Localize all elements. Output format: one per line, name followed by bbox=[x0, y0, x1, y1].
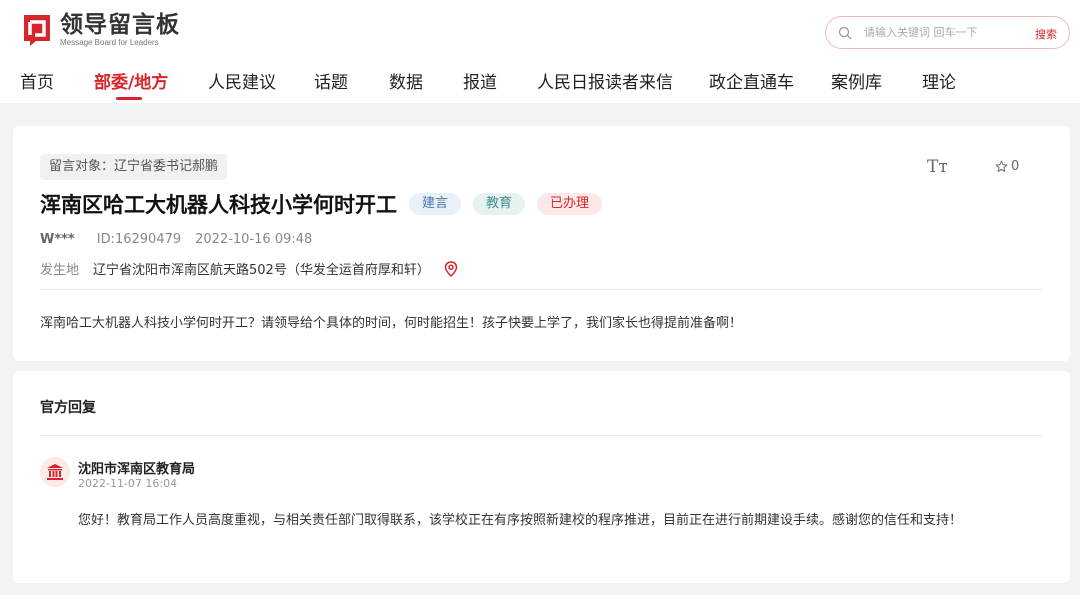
status-badge: 已办理 bbox=[537, 193, 603, 215]
government-building-icon bbox=[40, 457, 70, 487]
reply-content: 您好！教育局工作人员高度重视，与相关责任部门取得联系，该学校正在有序按照新建校的… bbox=[78, 513, 963, 528]
main-nav: 首页 部委/地方 人民建议 话题 数据 报道 人民日报读者来信 政企直通车 案例… bbox=[0, 64, 1080, 100]
reply-datetime: 2022-11-07 16:04 bbox=[78, 477, 178, 490]
nav-item-topics[interactable]: 话题 bbox=[314, 68, 348, 93]
message-board-logo bbox=[18, 13, 54, 47]
top-header: 领导留言板 Message Board for Leaders 搜索 首页 部委… bbox=[0, 0, 1080, 103]
official-reply-card: 官方回复 沈阳市浑南区教育局 2022-11-07 16:04 您好！教育局工作… bbox=[13, 371, 1070, 583]
nav-item-ministries-local[interactable]: 部委/地方 bbox=[94, 68, 168, 93]
tag-education[interactable]: 教育 bbox=[473, 193, 526, 215]
site-logo[interactable]: 领导留言板 Message Board for Leaders bbox=[18, 12, 180, 48]
search-box: 搜索 bbox=[825, 16, 1070, 49]
message-target: 留言对象：辽宁省委书记郝鹏 bbox=[40, 154, 228, 180]
message-datetime: 2022-10-16 09:48 bbox=[195, 232, 313, 247]
tag-suggestion[interactable]: 建言 bbox=[409, 193, 462, 215]
search-button[interactable]: 搜索 bbox=[1035, 26, 1057, 42]
location-value: 辽宁省沈阳市浑南区航天路502号（华发全运首府厚和轩） bbox=[93, 263, 430, 278]
message-content: 浑南哈工大机器人科技小学何时开工？请领导给个具体的时间，何时能招生！孩子快要上学… bbox=[40, 316, 743, 331]
search-icon[interactable] bbox=[838, 26, 852, 40]
active-nav-indicator bbox=[116, 97, 142, 100]
divider bbox=[40, 435, 1042, 436]
nav-item-reports[interactable]: 报道 bbox=[463, 68, 497, 93]
message-card: 留言对象：辽宁省委书记郝鹏 Tт 0 浑南区哈工大机器人科技小学何时开工 建言 … bbox=[13, 126, 1070, 361]
nav-item-reader-letters[interactable]: 人民日报读者来信 bbox=[537, 68, 673, 93]
search-input[interactable] bbox=[864, 26, 1014, 39]
logo-subtitle: Message Board for Leaders bbox=[60, 37, 159, 47]
location-row: 发生地 辽宁省沈阳市浑南区航天路502号（华发全运首府厚和轩） bbox=[40, 259, 458, 278]
nav-item-home[interactable]: 首页 bbox=[20, 68, 54, 93]
message-title: 浑南区哈工大机器人科技小学何时开工 bbox=[40, 193, 397, 217]
divider bbox=[40, 289, 1042, 290]
location-label: 发生地 bbox=[40, 263, 80, 278]
nav-item-people-suggestions[interactable]: 人民建议 bbox=[208, 68, 276, 93]
logo-title: 领导留言板 bbox=[60, 11, 180, 38]
message-author: W*** bbox=[40, 232, 75, 247]
nav-item-enterprise-express[interactable]: 政企直通车 bbox=[709, 68, 794, 93]
nav-item-data[interactable]: 数据 bbox=[389, 68, 423, 93]
reply-org-name: 沈阳市浑南区教育局 bbox=[78, 462, 196, 477]
font-size-icon[interactable]: Tт bbox=[927, 157, 948, 177]
favorite-count: 0 bbox=[1011, 159, 1020, 174]
reply-section-title: 官方回复 bbox=[40, 400, 96, 416]
message-id: ID:16290479 bbox=[96, 232, 182, 247]
favorite-button[interactable]: 0 bbox=[995, 159, 1019, 174]
message-meta: W*** ID:16290479 2022-10-16 09:48 bbox=[40, 232, 312, 247]
star-icon bbox=[995, 160, 1008, 172]
nav-item-case-library[interactable]: 案例库 bbox=[831, 68, 882, 93]
nav-item-theory[interactable]: 理论 bbox=[922, 68, 956, 93]
location-pin-icon[interactable] bbox=[444, 260, 458, 277]
